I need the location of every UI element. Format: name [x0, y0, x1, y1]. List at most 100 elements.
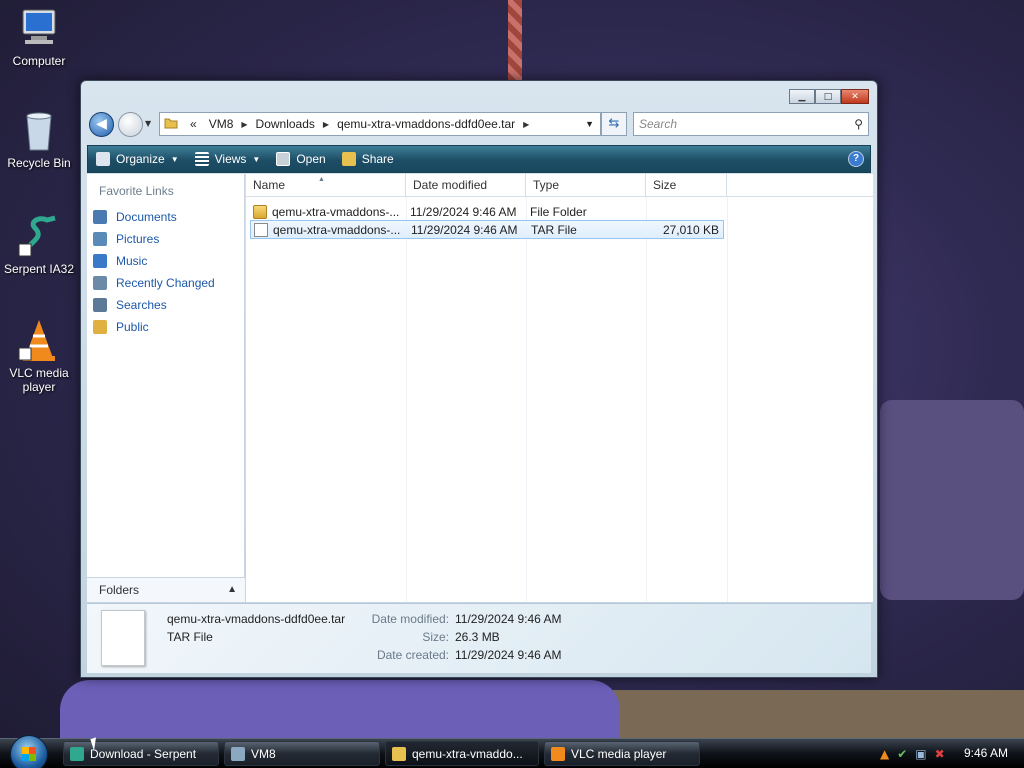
share-label: Share	[361, 152, 394, 166]
organize-button[interactable]: Organize ▼	[88, 146, 187, 172]
chevron-up-icon: ▲	[227, 584, 237, 595]
organize-icon	[96, 152, 110, 166]
recent-pages-dropdown[interactable]: ▼	[145, 119, 151, 128]
breadcrumb-current[interactable]: qemu-xtra-vmaddons-ddfd0ee.tar	[331, 117, 521, 131]
nav-item-pictures[interactable]: Pictures	[93, 228, 215, 250]
close-icon: ✕	[851, 91, 859, 102]
nav-item-label: Recently Changed	[116, 276, 215, 290]
volume-muted-icon[interactable]: ✖	[935, 747, 945, 761]
nav-item-searches[interactable]: Searches	[93, 294, 215, 316]
details-file-type: TAR File	[167, 630, 213, 644]
documents-icon	[93, 210, 107, 224]
desktop-icon-recycle-bin[interactable]: Recycle Bin	[0, 108, 78, 170]
column-label: Date modified	[413, 178, 488, 192]
column-header-type[interactable]: Type	[526, 174, 646, 196]
wallpaper-shape	[60, 680, 620, 740]
maximize-button[interactable]: □	[815, 89, 841, 104]
recycle-bin-icon	[17, 108, 61, 152]
address-dropdown-icon[interactable]: ▼	[585, 119, 600, 129]
nav-item-public[interactable]: Public	[93, 316, 215, 338]
desktop-icon-vlc[interactable]: VLC media player	[0, 318, 78, 394]
command-bar: Organize ▼ Views ▼ Open Share ?	[87, 145, 871, 173]
open-label: Open	[296, 152, 326, 166]
explorer-window[interactable]: ▁ □ ✕ ◀ ▼ « VM8 ▶ Downloads ▶ qemu-xtra-…	[80, 80, 878, 678]
desktop-icon-computer[interactable]: Computer	[0, 6, 78, 68]
wallpaper-shape	[880, 400, 1024, 600]
network-icon[interactable]: ▣	[915, 747, 926, 761]
vlc-icon	[17, 318, 61, 362]
views-button[interactable]: Views ▼	[187, 146, 269, 172]
column-divider	[526, 197, 527, 602]
column-header-size[interactable]: Size	[646, 174, 727, 196]
column-header-name[interactable]: ▲ Name	[246, 174, 406, 196]
folder-icon	[160, 117, 184, 132]
folder-icon	[253, 204, 267, 219]
back-button[interactable]: ◀	[89, 112, 114, 137]
column-divider	[646, 197, 647, 602]
column-headers: ▲ Name Date modified Type Size	[246, 174, 873, 197]
taskbar-button-serpent[interactable]: Download - Serpent	[63, 741, 219, 766]
taskbar-button-label: Download - Serpent	[90, 746, 197, 761]
open-icon	[276, 152, 291, 166]
minimize-button[interactable]: ▁	[789, 89, 815, 104]
breadcrumb-arrow-icon[interactable]: ▶	[321, 120, 331, 129]
favorite-links-list: Documents Pictures Music Recently Change…	[93, 206, 215, 338]
details-date-created: 11/29/2024 9:46 AM	[455, 648, 562, 662]
file-size: 27,010 KB	[662, 222, 719, 237]
clock[interactable]: 9:46 AM	[964, 746, 1008, 760]
safely-remove-icon[interactable]: ✔	[897, 747, 907, 761]
navigation-pane: Favorite Links Documents Pictures Music …	[87, 174, 245, 602]
nav-item-documents[interactable]: Documents	[93, 206, 215, 228]
vlc-tray-icon[interactable]: ▲	[880, 747, 889, 761]
file-name: qemu-xtra-vmaddons-...	[272, 204, 400, 219]
file-type: TAR File	[531, 222, 577, 237]
taskbar-button-label: qemu-xtra-vmaddo...	[412, 746, 523, 761]
address-row: ◀ ▼ « VM8 ▶ Downloads ▶ qemu-xtra-vmaddo…	[87, 110, 871, 138]
file-name: qemu-xtra-vmaddons-...	[273, 222, 401, 237]
breadcrumb-arrow-icon[interactable]: ▶	[239, 120, 249, 129]
file-icon	[254, 222, 268, 237]
back-arrow-icon: ◀	[96, 116, 107, 132]
folders-toggle[interactable]: Folders ▲	[87, 577, 245, 602]
sort-ascending-icon: ▲	[318, 176, 325, 183]
taskbar-button-vlc[interactable]: VLC media player	[544, 741, 700, 766]
breadcrumb-downloads[interactable]: Downloads	[250, 117, 321, 131]
desktop-icon-serpent[interactable]: Serpent IA32	[0, 214, 78, 276]
taskbar-button-label: VLC media player	[571, 746, 667, 761]
search-input[interactable]: Search ⚲	[633, 112, 869, 136]
share-button[interactable]: Share	[334, 146, 402, 172]
file-row[interactable]: qemu-xtra-vmaddons-... 11/29/2024 9:46 A…	[250, 202, 722, 221]
details-label: Date modified:	[371, 612, 449, 626]
start-button[interactable]	[10, 735, 48, 768]
help-icon[interactable]: ?	[848, 151, 864, 167]
taskbar-button-vm8[interactable]: VM8	[224, 741, 380, 766]
breadcrumb-arrow-icon[interactable]: ▶	[521, 120, 531, 129]
details-size: 26.3 MB	[455, 630, 500, 644]
close-button[interactable]: ✕	[841, 89, 869, 104]
nav-item-label: Music	[116, 254, 148, 268]
file-row-selected[interactable]: qemu-xtra-vmaddons-... 11/29/2024 9:46 A…	[250, 220, 724, 239]
recently-changed-icon	[93, 276, 107, 290]
share-icon	[341, 152, 356, 166]
desktop: { "desktop_icons": [ {"label": "Computer…	[0, 0, 1024, 768]
views-label: Views	[214, 152, 247, 166]
breadcrumb-vm8[interactable]: VM8	[203, 117, 240, 131]
file-type: File Folder	[530, 204, 587, 219]
column-divider	[406, 197, 407, 602]
column-header-date-modified[interactable]: Date modified	[406, 174, 526, 196]
refresh-icon: ⇆	[608, 116, 620, 131]
chevron-down-icon: ▼	[145, 119, 152, 128]
nav-item-music[interactable]: Music	[93, 250, 215, 272]
refresh-button[interactable]: ⇆	[601, 112, 627, 136]
chevron-down-icon: ▼	[252, 154, 261, 164]
address-bar[interactable]: « VM8 ▶ Downloads ▶ qemu-xtra-vmaddons-d…	[159, 112, 601, 136]
search-icon[interactable]: ⚲	[854, 113, 863, 135]
address-overflow[interactable]: «	[184, 117, 203, 131]
nav-item-recently-changed[interactable]: Recently Changed	[93, 272, 215, 294]
file-date: 11/29/2024 9:46 AM	[411, 222, 518, 237]
forward-button[interactable]	[118, 112, 143, 137]
details-label: Date created:	[376, 648, 449, 662]
column-label: Size	[653, 178, 677, 192]
file-date: 11/29/2024 9:46 AM	[410, 204, 517, 219]
taskbar-button-explorer[interactable]: qemu-xtra-vmaddo...	[385, 741, 539, 766]
